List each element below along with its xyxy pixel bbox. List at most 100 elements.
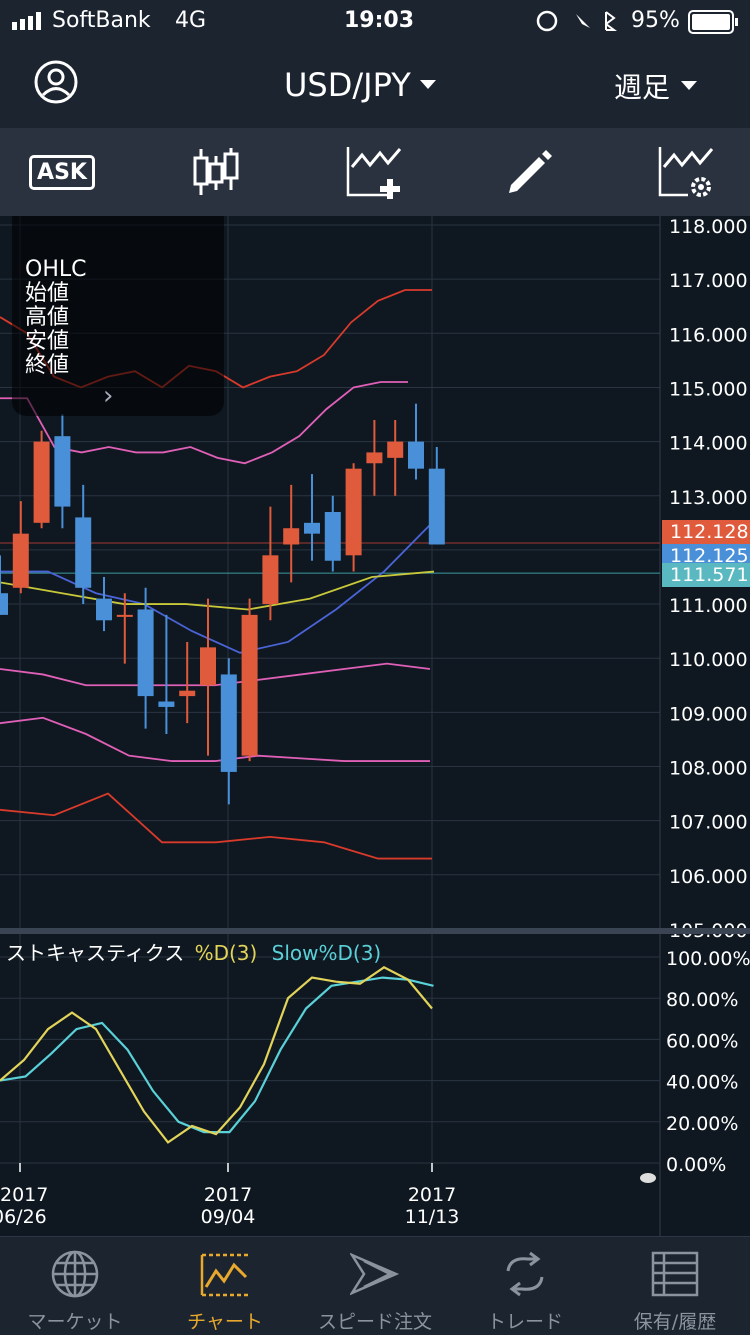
candlestick-button[interactable]	[184, 142, 248, 202]
stoch-scale-label: 40.00%	[666, 1072, 738, 1094]
candle-body	[158, 701, 175, 707]
candle-body	[304, 522, 320, 534]
add-indicator-icon	[346, 147, 402, 199]
timeframe-selector[interactable]: 週足	[614, 66, 698, 106]
date-label: 2017 11/13	[404, 1184, 460, 1228]
tab-market-label: マーケット	[27, 1311, 123, 1333]
candle-body	[137, 609, 154, 697]
candle-body	[241, 614, 258, 756]
price-scale-label: 106.000	[669, 866, 748, 888]
candle-body	[0, 593, 8, 615]
ohlc-panel[interactable]: OHLC 始値 高値 安値 終値 ›	[12, 216, 224, 416]
ohlc-title: OHLC	[25, 257, 87, 282]
carrier-label: SoftBank	[52, 8, 151, 33]
scroll-indicator	[640, 1173, 656, 1183]
price-scale-label: 110.000	[669, 649, 748, 671]
price-scale-label: 109.000	[669, 703, 748, 725]
tab-market[interactable]: マーケット	[0, 1237, 150, 1335]
stochastic-slow-label: Slow%D(3)	[271, 941, 382, 965]
indicator-settings-icon	[658, 147, 714, 197]
candle-body	[75, 517, 92, 588]
timeframe-label: 週足	[614, 71, 671, 104]
clock: 19:03	[344, 8, 415, 33]
tab-history-label: 保有/履歴	[633, 1311, 717, 1333]
bb-lower-3-line	[0, 792, 432, 860]
ma-short-line	[0, 522, 433, 654]
bb-lower-2-line	[0, 716, 430, 762]
chevron-down-icon	[419, 80, 436, 89]
ask-button[interactable]: ASK	[29, 142, 95, 202]
tab-trade-label: トレード	[486, 1311, 563, 1333]
tab-bar: マーケット チャート スピード注文 トレード 保有/履歴	[0, 1236, 750, 1335]
stoch-scale-label: 20.00%	[666, 1113, 738, 1135]
stoch-d-line	[0, 966, 433, 1144]
add-indicator-button[interactable]	[342, 142, 406, 202]
date-label: 201706/26	[0, 1184, 49, 1228]
ohlc-high: 高値	[25, 305, 70, 330]
stochastic-d-label: %D(3)	[194, 941, 258, 965]
ask-icon: ASK	[29, 154, 95, 190]
ohlc-low: 安値	[25, 329, 70, 354]
price-scale-label: 115.000	[669, 378, 748, 400]
speed-order-icon	[350, 1252, 400, 1296]
candle-body	[96, 598, 112, 621]
candle-body	[428, 468, 445, 545]
stochastic-legend: ストキャスティクス %D(3) Slow%D(3)	[6, 937, 381, 966]
history-icon	[651, 1251, 699, 1297]
candle-body	[179, 690, 196, 697]
stochastic-title: ストキャスティクス	[6, 941, 185, 965]
price-scale-label: 111.000	[669, 595, 748, 617]
ohlc-expand-icon[interactable]: ›	[90, 383, 113, 409]
status-icons	[536, 10, 617, 32]
price-scale-label: 113.000	[669, 487, 748, 509]
stoch-scale-label: 0.00%	[666, 1154, 726, 1176]
price-scale-label: 108.000	[669, 758, 748, 780]
ohlc-open: 始値	[25, 281, 70, 306]
draw-button[interactable]	[498, 142, 562, 202]
stoch-slow-line	[0, 976, 434, 1134]
tab-speed-order[interactable]: スピード注文	[300, 1237, 450, 1335]
pane-divider	[0, 928, 750, 934]
stoch-scale-label: 80.00%	[666, 989, 738, 1011]
tab-history[interactable]: 保有/履歴	[600, 1237, 750, 1335]
ohlc-close: 終値	[25, 353, 70, 378]
candle-body	[366, 452, 383, 464]
date-label: 2017 09/04	[200, 1184, 256, 1228]
candle-body	[408, 441, 424, 469]
trade-icon	[506, 1251, 544, 1297]
candle-body	[33, 441, 50, 523]
candle-body	[12, 533, 29, 588]
globe-icon	[51, 1250, 99, 1298]
candlestick-icon	[193, 148, 239, 195]
candle-body	[345, 468, 362, 556]
status-bar: SoftBank 4G 19:03 95%	[0, 0, 750, 44]
bid-price-tag: 112.128	[662, 520, 750, 544]
candle-body	[116, 614, 133, 617]
tab-speed-order-label: スピード注文	[317, 1311, 432, 1333]
tab-chart-label: チャート	[187, 1311, 263, 1333]
network-label: 4G	[175, 8, 207, 33]
price-scale-label: 114.000	[669, 433, 748, 455]
indicator-settings-button[interactable]	[654, 142, 718, 202]
stoch-scale-label: 60.00%	[666, 1030, 738, 1052]
signal-icon	[12, 12, 41, 30]
price-scale-label: 107.000	[669, 812, 748, 834]
chart-icon	[200, 1253, 248, 1297]
candle-body	[283, 528, 300, 545]
battery-icon	[688, 10, 738, 34]
chevron-down-icon	[681, 81, 698, 90]
price-scale-label: 116.000	[669, 324, 748, 346]
candle-body	[220, 674, 237, 772]
ma-price-tag: 111.571	[662, 563, 750, 587]
tab-trade[interactable]: トレード	[450, 1237, 600, 1335]
chart-toolbar: ASK	[0, 128, 750, 216]
tab-chart[interactable]: チャート	[150, 1237, 300, 1335]
battery-percent: 95%	[631, 8, 680, 33]
price-scale-label: 118.000	[669, 216, 748, 238]
stoch-scale-label: 100.00%	[666, 948, 750, 970]
pair-label: USD/JPY	[284, 66, 411, 104]
account-icon[interactable]	[34, 60, 78, 104]
candle-body	[387, 441, 404, 458]
candle-body	[54, 436, 71, 507]
pair-selector[interactable]: USD/JPY	[284, 66, 437, 104]
